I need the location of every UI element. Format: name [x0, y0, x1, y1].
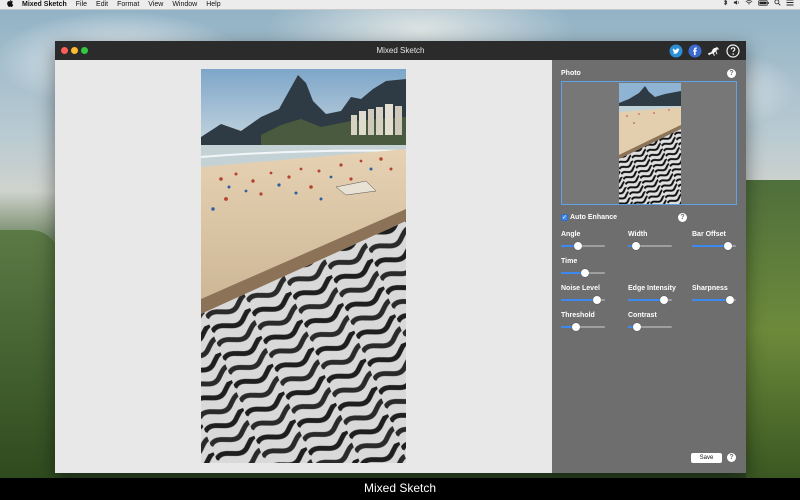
help-icon[interactable]	[725, 43, 740, 58]
wallpaper-hill-right	[746, 180, 800, 480]
search-icon[interactable]	[774, 0, 781, 10]
threshold-slider-knob[interactable]	[572, 323, 580, 331]
status-icons	[723, 0, 794, 10]
photo-thumbnail	[619, 83, 681, 204]
angle-label: Angle	[561, 231, 581, 238]
width-slider[interactable]	[628, 242, 672, 250]
menu-window[interactable]: Window	[172, 0, 197, 10]
apple-icon[interactable]	[7, 0, 14, 11]
photo-drop-zone[interactable]	[561, 81, 737, 205]
photo-label: Photo	[561, 70, 581, 77]
width-slider-knob[interactable]	[632, 242, 640, 250]
sketch-photo[interactable]	[201, 69, 406, 463]
sharpness-slider[interactable]	[692, 296, 736, 304]
noise-level-slider-knob[interactable]	[593, 296, 601, 304]
menu-view[interactable]: View	[148, 0, 163, 10]
menu-bar: Mixed Sketch File Edit Format View Windo…	[0, 0, 800, 10]
menu-edit[interactable]: Edit	[96, 0, 108, 10]
bar-offset-label: Bar Offset	[692, 231, 726, 238]
menu-format[interactable]: Format	[117, 0, 139, 10]
bar-offset-slider[interactable]	[692, 242, 736, 250]
threshold-slider[interactable]	[561, 323, 605, 331]
time-slider[interactable]	[561, 269, 605, 277]
window-title: Mixed Sketch	[376, 46, 425, 55]
wifi-icon[interactable]	[745, 0, 753, 10]
contrast-slider-knob[interactable]	[633, 323, 641, 331]
auto-enhance-label: Auto Enhance	[570, 214, 618, 221]
angle-slider-knob[interactable]	[574, 242, 582, 250]
edge-intensity-slider[interactable]	[628, 296, 672, 304]
volume-icon[interactable]	[733, 0, 740, 10]
photo-help-icon[interactable]: ?	[727, 69, 736, 78]
angle-slider[interactable]	[561, 242, 605, 250]
bluetooth-icon[interactable]	[723, 0, 728, 10]
sharpness-slider-knob[interactable]	[726, 296, 734, 304]
edge-intensity-slider-knob[interactable]	[660, 296, 668, 304]
title-bar[interactable]: Mixed Sketch	[55, 41, 746, 60]
time-label: Time	[561, 258, 578, 265]
auto-enhance-help-icon[interactable]: ?	[678, 213, 687, 222]
noise-level-label: Noise Level	[561, 285, 600, 292]
app-window: Mixed Sketch Photo ? ✓ Auto Enhance ? An…	[55, 41, 746, 473]
save-button[interactable]: Save	[691, 453, 722, 463]
time-slider-knob[interactable]	[581, 269, 589, 277]
wallpaper-hill-left	[0, 230, 60, 480]
facebook-icon[interactable]	[687, 43, 702, 58]
sharpness-label: Sharpness	[692, 285, 728, 292]
save-help-icon[interactable]: ?	[727, 453, 736, 462]
notification-center-icon[interactable]	[786, 0, 794, 10]
noise-level-slider[interactable]	[561, 296, 605, 304]
menu-app-name[interactable]: Mixed Sketch	[22, 0, 67, 10]
battery-icon[interactable]	[758, 0, 769, 10]
caption-title: Mixed Sketch	[0, 478, 800, 500]
contrast-label: Contrast	[628, 312, 657, 319]
width-label: Width	[628, 231, 648, 238]
contrast-slider[interactable]	[628, 323, 672, 331]
bar-offset-slider-knob[interactable]	[724, 242, 732, 250]
canvas-area[interactable]	[55, 60, 552, 473]
menu-help[interactable]: Help	[206, 0, 220, 10]
auto-enhance-checkbox[interactable]: ✓	[561, 214, 568, 221]
horse-icon[interactable]	[706, 43, 721, 58]
menu-file[interactable]: File	[76, 0, 87, 10]
threshold-label: Threshold	[561, 312, 595, 319]
toolbar-icons	[668, 43, 740, 58]
settings-panel: Photo ? ✓ Auto Enhance ? Angle Width Bar…	[552, 60, 746, 473]
twitter-icon[interactable]	[668, 43, 683, 58]
edge-intensity-label: Edge Intensity	[628, 285, 676, 292]
